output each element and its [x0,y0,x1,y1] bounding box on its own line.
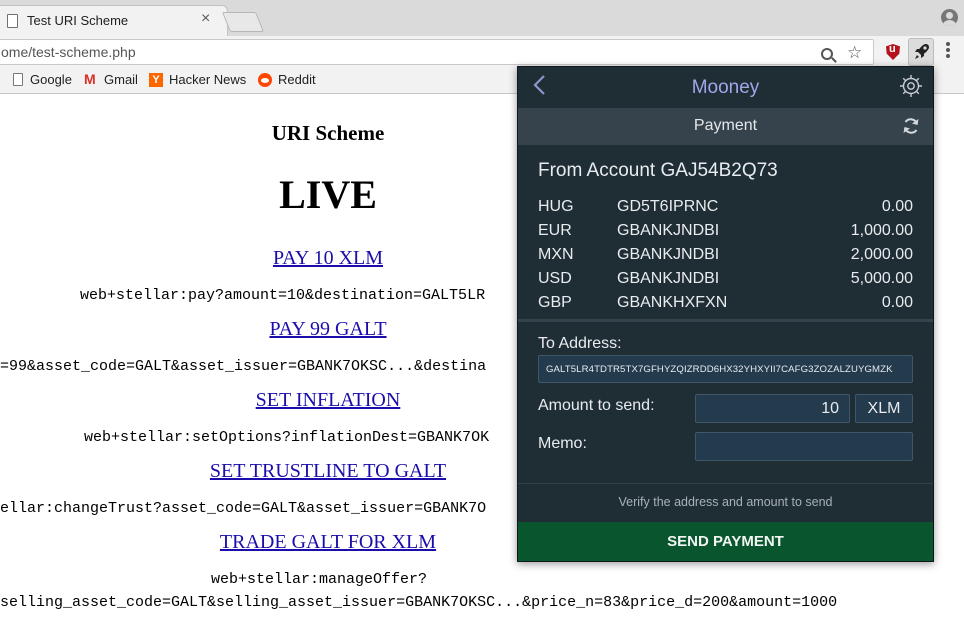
uri-text: ellar:changeTrust?asset_code=GALT&asset_… [0,500,487,517]
balance-row: HUG GD5T6IPRNC 0.00 [538,198,913,222]
from-account: From Account GAJ54B2Q73 [538,160,778,181]
asset-code: EUR [538,222,572,239]
page-icon [7,14,18,28]
bookmark-hacker-news[interactable]: Hacker News [169,72,246,87]
address-bar[interactable]: ome/test-scheme.php ☆ [0,39,874,65]
url-text[interactable]: ome/test-scheme.php [1,44,136,60]
bookmark-gmail[interactable]: Gmail [104,72,138,87]
browser-toolbar: ome/test-scheme.php ☆ [0,36,964,68]
verify-hint: Verify the address and amount to send [618,495,833,509]
to-address-label: To Address: [538,335,622,352]
asset-code: GBP [538,294,572,311]
asset-issuer: GD5T6IPRNC [617,198,719,215]
asset-amount: 0.00 [881,294,913,311]
asset-issuer: GBANKHXFXN [617,294,728,311]
mooney-extension-button[interactable] [908,38,934,66]
set-trustline-link[interactable]: SET TRUSTLINE TO GALT [210,460,446,482]
trade-galt-link[interactable]: TRADE GALT FOR XLM [220,531,436,553]
bookmark-star-icon[interactable]: ☆ [847,43,862,63]
amount-field[interactable]: 10 [695,394,850,423]
asset-issuer: GBANKJNDBI [617,270,720,287]
asset-amount: 1,000.00 [850,222,913,239]
asset-amount: 2,000.00 [850,246,913,263]
asset-issuer: GBANKJNDBI [617,246,720,263]
page-icon [13,73,23,86]
memo-field[interactable] [695,432,913,461]
send-payment-button[interactable]: SEND PAYMENT [518,522,933,561]
popup-subheader: Payment [518,108,933,145]
asset-amount: 5,000.00 [850,270,913,287]
asset-amount: 0.00 [881,198,913,215]
new-tab-button[interactable] [221,12,265,32]
gmail-icon: M [84,71,96,87]
hacker-news-icon: Y [149,73,163,87]
asset-issuer: GBANKJNDBI [617,222,720,239]
asset-code: HUG [538,198,574,215]
balance-row: GBP GBANKHXFXN 0.00 [538,294,913,318]
footer-divider [518,483,933,484]
tab-strip: Test URI Scheme × [0,0,964,36]
uri-text: =99&asset_code=GALT&asset_issuer=GBANK7O… [0,358,487,375]
rocket-icon [914,43,930,65]
asset-code: USD [538,270,572,287]
section-divider [518,319,933,322]
balance-row: EUR GBANKJNDBI 1,000.00 [538,222,913,246]
asset-selector[interactable]: XLM [855,394,913,423]
asset-code: MXN [538,246,574,263]
close-tab-icon[interactable]: × [201,10,210,28]
app-title: Mooney [691,77,760,98]
pay-xlm-link[interactable]: PAY 10 XLM [273,247,383,269]
gear-icon[interactable] [898,73,924,99]
set-inflation-link[interactable]: SET INFLATION [256,389,401,411]
reddit-icon [258,73,272,87]
amount-label: Amount to send: [538,397,655,414]
zoom-icon[interactable] [821,48,833,60]
balance-row: USD GBANKJNDBI 5,000.00 [538,270,913,294]
uri-text: web+stellar:setOptions?inflationDest=GBA… [84,429,490,446]
uri-text-continued: selling_asset_code=GALT&selling_asset_is… [0,594,838,611]
bookmark-reddit[interactable]: Reddit [278,72,316,87]
ublock-extension-icon[interactable] [886,44,900,60]
tab-title: Test URI Scheme [27,13,129,28]
uri-text: web+stellar:pay?amount=10&destination=GA… [80,287,486,304]
section-title: Payment [693,117,758,134]
popup-header: Mooney [518,67,933,108]
balance-row: MXN GBANKJNDBI 2,000.00 [538,246,913,270]
refresh-icon[interactable] [901,116,921,136]
to-address-field[interactable]: GALT5LR4TDTR5TX7GFHYZQIZRDD6HX32YHXYII7C… [538,355,913,383]
memo-label: Memo: [538,435,587,452]
uri-text: web+stellar:manageOffer? [211,571,428,588]
browser-tab[interactable]: Test URI Scheme × [0,5,228,36]
browser-menu-icon[interactable] [946,42,950,60]
profile-icon[interactable] [941,9,958,26]
bookmark-google[interactable]: Google [30,72,72,87]
pay-galt-link[interactable]: PAY 99 GALT [269,318,386,340]
payment-popup: Mooney Payment From Account GAJ54B2Q73 H [517,66,934,562]
